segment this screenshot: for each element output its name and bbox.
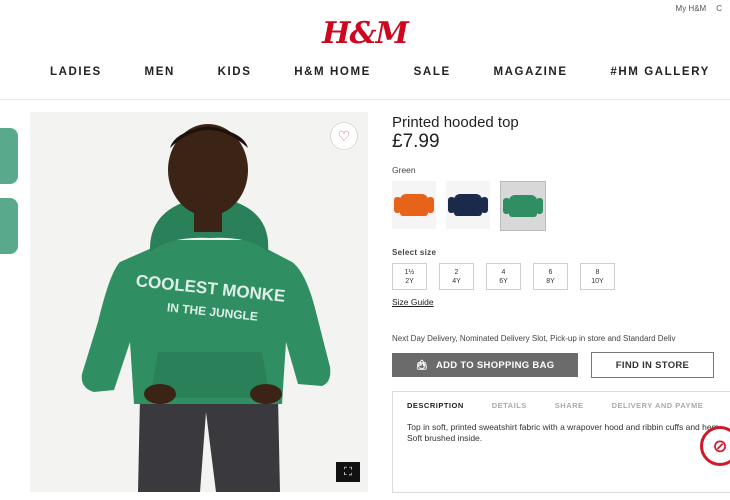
- size-option[interactable]: 4 6Y: [486, 263, 521, 290]
- heart-icon[interactable]: ♡: [330, 122, 358, 150]
- size-guide-link[interactable]: Size Guide: [392, 297, 434, 307]
- tab-delivery[interactable]: DELIVERY AND PAYME: [598, 401, 718, 410]
- swatch-orange[interactable]: [392, 181, 436, 229]
- tab-share[interactable]: SHARE: [541, 401, 598, 410]
- size-option[interactable]: 8 10Y: [580, 263, 615, 290]
- main-nav: LADIES MEN KIDS H&M HOME SALE MAGAZINE #…: [50, 66, 710, 78]
- product-title: Printed hooded top: [392, 114, 519, 131]
- color-swatches: [392, 181, 546, 231]
- size-age: 2: [454, 268, 459, 276]
- product-image[interactable]: COOLEST MONKE IN THE JUNGLE ♡ ⛶: [30, 112, 368, 492]
- color-label: Green: [392, 165, 416, 175]
- expand-icon[interactable]: ⛶: [336, 462, 360, 482]
- header-divider: [0, 99, 730, 100]
- thumbnail-strip: [0, 128, 18, 268]
- description-text: Top in soft, printed sweatshirt fabric w…: [407, 422, 722, 443]
- thumbnail-2[interactable]: [0, 198, 18, 254]
- nav-ladies[interactable]: LADIES: [50, 66, 102, 78]
- utility-links: My H&M C: [676, 4, 730, 13]
- nav-gallery[interactable]: #HM GALLERY: [610, 66, 710, 78]
- add-to-bag-button[interactable]: 👜︎ ADD TO SHOPPING BAG: [392, 353, 578, 377]
- size-age: 6: [548, 268, 553, 276]
- size-year: 10Y: [591, 277, 604, 285]
- size-year: 2Y: [405, 277, 414, 285]
- nav-men[interactable]: MEN: [145, 66, 175, 78]
- find-in-store-button[interactable]: FIND IN STORE: [591, 352, 714, 378]
- size-year: 4Y: [452, 277, 461, 285]
- tab-details[interactable]: DETAILS: [478, 401, 541, 410]
- product-price: £7.99: [392, 131, 440, 152]
- tab-description[interactable]: DESCRIPTION: [393, 401, 478, 410]
- bag-icon: 👜︎: [415, 359, 428, 371]
- swatch-green[interactable]: [500, 181, 546, 231]
- size-options: 1½ 2Y 2 4Y 4 6Y 6 8Y 8 10Y: [392, 263, 615, 290]
- nav-kids[interactable]: KIDS: [218, 66, 252, 78]
- product-photo-illustration: COOLEST MONKE IN THE JUNGLE: [30, 112, 368, 492]
- select-size-label: Select size: [392, 248, 437, 257]
- size-age: 4: [501, 268, 506, 276]
- size-age: 8: [595, 268, 600, 276]
- nav-sale[interactable]: SALE: [414, 66, 451, 78]
- thumbnail-1[interactable]: [0, 128, 18, 184]
- size-age: 1½: [404, 268, 415, 276]
- size-option[interactable]: 6 8Y: [533, 263, 568, 290]
- utility-link-2[interactable]: C: [716, 4, 722, 13]
- nav-home[interactable]: H&M HOME: [294, 66, 371, 78]
- add-to-bag-label: ADD TO SHOPPING BAG: [435, 359, 555, 371]
- orange-hoodie-icon: [394, 194, 434, 216]
- size-option[interactable]: 2 4Y: [439, 263, 474, 290]
- size-year: 6Y: [499, 277, 508, 285]
- swatch-navy[interactable]: [446, 181, 490, 229]
- my-hm-link[interactable]: My H&M: [676, 4, 707, 13]
- green-hoodie-icon: [503, 195, 543, 217]
- size-option[interactable]: 1½ 2Y: [392, 263, 427, 290]
- brand-logo[interactable]: H&M: [0, 16, 730, 51]
- info-tabs: DESCRIPTION DETAILS SHARE DELIVERY AND P…: [392, 391, 730, 493]
- nav-magazine[interactable]: MAGAZINE: [493, 66, 567, 78]
- delivery-info: Next Day Delivery, Nominated Delivery Sl…: [392, 334, 676, 343]
- navy-hoodie-icon: [448, 194, 488, 216]
- size-year: 8Y: [546, 277, 555, 285]
